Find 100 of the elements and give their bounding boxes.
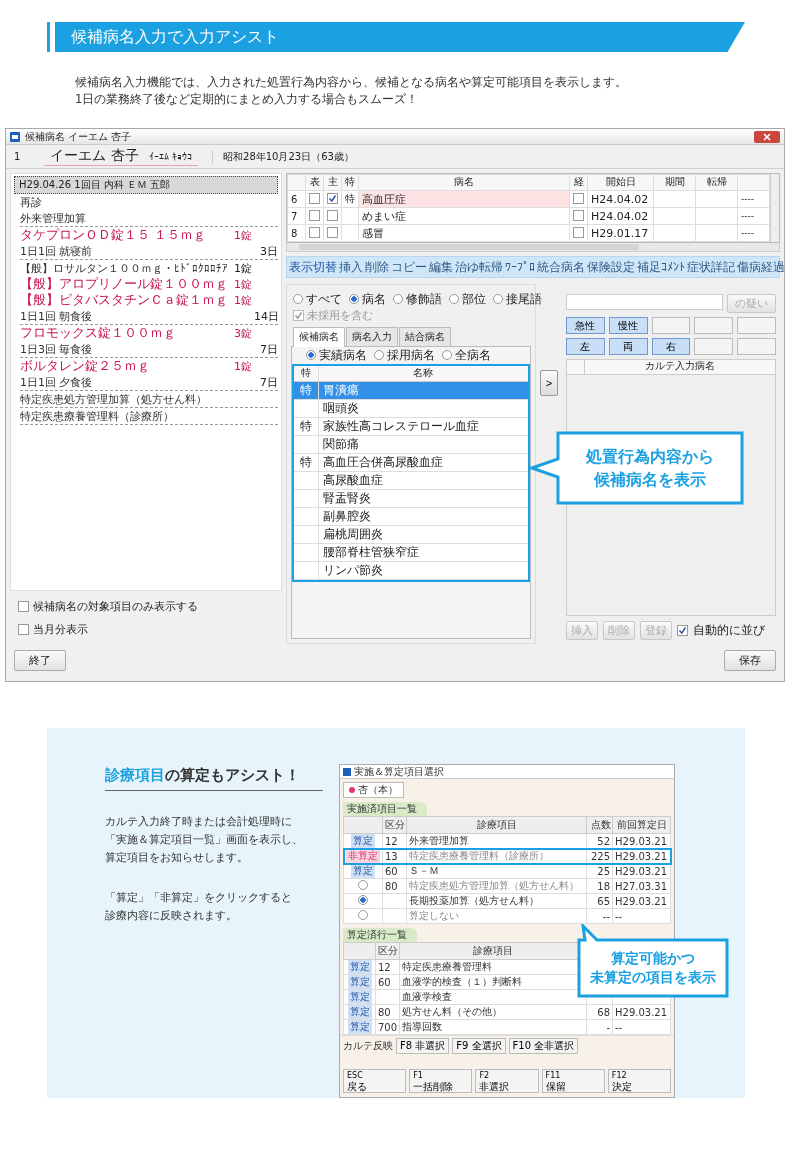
add-button[interactable]: > xyxy=(540,370,558,396)
list-row[interactable]: 特 高血圧合併高尿酸血症 xyxy=(294,453,528,472)
tab[interactable]: 候補病名 xyxy=(293,327,345,347)
save-button[interactable]: 保存 xyxy=(724,650,776,671)
order-text: フロモックス錠１００ｍｇ xyxy=(20,325,177,342)
checkbox[interactable] xyxy=(327,209,338,221)
toolbar-button[interactable]: 統合病名 xyxy=(537,259,585,275)
modifier-button[interactable]: 右 xyxy=(651,338,691,355)
radio-button[interactable] xyxy=(449,294,459,304)
radio-button[interactable] xyxy=(442,350,452,360)
radio-label[interactable]: 病名 xyxy=(362,290,386,308)
modifier-button[interactable] xyxy=(694,338,734,355)
checkbox-label[interactable]: 候補病名の対象項目のみ表示する xyxy=(33,599,198,614)
radio-label[interactable]: すべて xyxy=(306,290,342,308)
scrollbar[interactable] xyxy=(770,174,779,242)
toolbar-button[interactable]: 保険設定 xyxy=(587,259,635,275)
table-cell: 特 xyxy=(341,190,359,208)
select-button[interactable]: F9 全選択 xyxy=(452,1038,506,1054)
function-button[interactable]: F2 非選択 xyxy=(475,1069,539,1093)
scrollbar[interactable] xyxy=(286,243,780,252)
checkbox[interactable] xyxy=(327,226,338,238)
search-field[interactable] xyxy=(566,294,723,310)
checkbox[interactable] xyxy=(573,192,584,204)
tab[interactable]: 結合病名 xyxy=(399,327,451,346)
toolbar-button[interactable]: 治ゆ転帰 xyxy=(455,259,503,275)
radio-button[interactable] xyxy=(358,910,368,920)
table-cell[interactable]: めまい症 xyxy=(358,207,570,225)
radio-button[interactable] xyxy=(358,880,368,890)
checkbox[interactable] xyxy=(309,226,320,238)
toolbar-button[interactable]: 挿入 xyxy=(339,259,363,275)
checkbox-label[interactable]: 自動的に並び xyxy=(693,622,765,639)
modifier-button[interactable]: 慢性 xyxy=(608,317,648,334)
modifier-button[interactable]: 左 xyxy=(566,338,605,355)
toolbar-button[interactable]: コピー xyxy=(391,259,427,275)
radio-button[interactable] xyxy=(349,294,359,304)
calc-button[interactable]: 算定 xyxy=(347,990,372,1004)
radio-button[interactable] xyxy=(358,895,368,905)
modifier-button[interactable] xyxy=(694,317,734,334)
radio-label[interactable]: 全病名 xyxy=(455,346,491,364)
radio-label[interactable]: 採用病名 xyxy=(387,346,435,364)
radio-label[interactable]: 実績病名 xyxy=(319,346,367,364)
table-cell[interactable]: 感冒 xyxy=(358,224,570,242)
toolbar-button[interactable]: 表示切替 xyxy=(289,259,337,275)
radio-button[interactable] xyxy=(306,350,316,360)
table-cell: 特 xyxy=(294,453,318,472)
toolbar-button[interactable]: 傷病経過 xyxy=(737,259,785,275)
modifier-button[interactable] xyxy=(651,317,691,334)
list-row[interactable]: 特 家族性高コレステロール血症 xyxy=(294,417,528,436)
radio-button[interactable] xyxy=(493,294,503,304)
function-button[interactable]: ESC 戻る xyxy=(343,1069,407,1093)
toolbar-button[interactable]: 削除 xyxy=(365,259,389,275)
radio-label[interactable]: 修飾語 xyxy=(406,290,442,308)
close-icon[interactable] xyxy=(754,130,780,143)
modifier-button[interactable]: 両 xyxy=(608,338,648,355)
visit-header[interactable]: H29.04.26 1回目 内科 ＥＭ 五郎 xyxy=(14,176,278,194)
select-button[interactable]: F10 全非選択 xyxy=(508,1038,579,1054)
checkbox[interactable] xyxy=(573,209,584,221)
toolbar-button[interactable]: 編集 xyxy=(429,259,453,275)
modifier-button[interactable] xyxy=(737,317,776,334)
function-button[interactable]: F1 一括削除 xyxy=(409,1069,473,1093)
feature-text: カルテ入力終了時または会計処理時に xyxy=(105,814,293,830)
feature-text: 「算定」「非算定」をクリックすると xyxy=(105,890,293,906)
calc-button[interactable]: 算定 xyxy=(347,1005,372,1019)
calc-button[interactable]: 算定 xyxy=(347,960,372,974)
checkbox-label[interactable]: 当月分表示 xyxy=(33,622,88,637)
function-button[interactable]: F11 保留 xyxy=(541,1069,605,1093)
table-cell: 60 xyxy=(375,974,400,990)
radio-button[interactable] xyxy=(293,294,303,304)
toolbar-button[interactable]: 症状詳記 xyxy=(687,259,735,275)
order-text: 特定疾患療養管理料（診療所） xyxy=(20,408,175,424)
calc-button[interactable]: 非算定 xyxy=(346,849,380,863)
table-cell: 25 xyxy=(586,863,613,879)
toolbar-button[interactable]: ﾜｰﾌﾟﾛ xyxy=(505,260,535,274)
calc-button[interactable]: 算定 xyxy=(351,834,375,848)
radio-label[interactable]: 部位 xyxy=(462,290,486,308)
table-cell: 60 xyxy=(382,863,407,879)
checkbox[interactable] xyxy=(309,209,320,221)
close-button[interactable]: 終了 xyxy=(14,650,66,671)
calc-button[interactable]: 算定 xyxy=(347,975,372,989)
radio-button[interactable] xyxy=(393,294,403,304)
checkbox[interactable] xyxy=(573,226,584,238)
function-button[interactable]: F12 決定 xyxy=(607,1069,671,1093)
table-cell: H24.04.02 xyxy=(587,190,654,208)
checkbox[interactable] xyxy=(327,193,338,204)
radio-button[interactable] xyxy=(374,350,384,360)
column-header: 前回算定日 xyxy=(612,816,671,834)
radio-label[interactable]: 接尾語 xyxy=(506,290,542,308)
checkbox[interactable] xyxy=(309,192,320,204)
toolbar-button[interactable]: 補足ｺﾒﾝﾄ xyxy=(637,259,685,275)
checkbox[interactable] xyxy=(18,601,29,612)
select-button[interactable]: F8 非選択 xyxy=(396,1038,450,1054)
checkbox[interactable] xyxy=(677,625,688,636)
tab[interactable]: 杏（本） xyxy=(343,782,404,798)
checkbox[interactable] xyxy=(18,624,29,635)
order-text: 特定疾患処方管理加算（処方せん料） xyxy=(20,391,208,407)
modifier-button[interactable] xyxy=(737,338,776,355)
table-cell: -- xyxy=(612,908,671,924)
modifier-button[interactable]: 急性 xyxy=(566,317,605,334)
tab[interactable]: 病名入力 xyxy=(346,327,398,346)
calc-button[interactable]: 算定 xyxy=(347,1020,372,1034)
